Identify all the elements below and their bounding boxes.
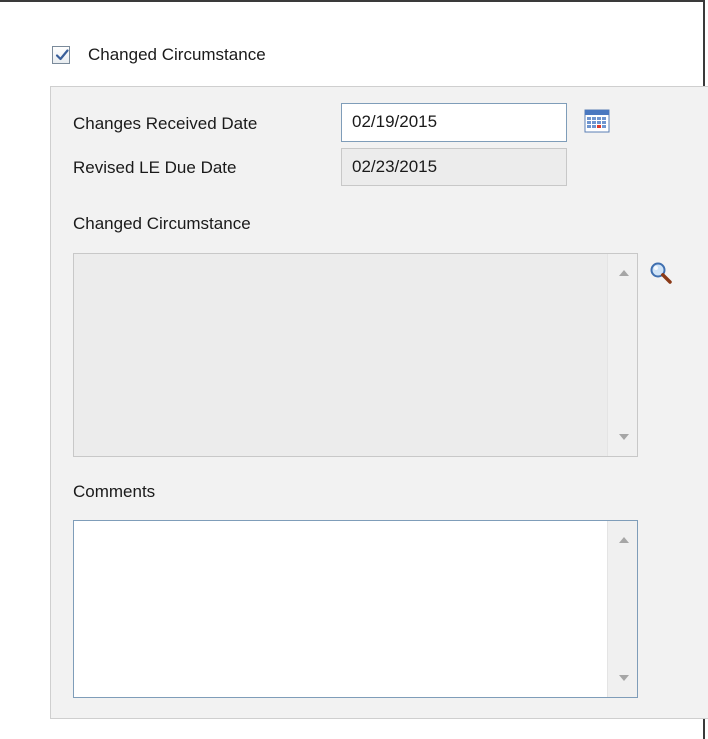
scroll-up-icon[interactable] — [619, 270, 629, 276]
changes-received-date-input[interactable]: 02/19/2015 — [341, 103, 567, 142]
comments-label: Comments — [73, 482, 156, 501]
magnifier-icon[interactable] — [649, 261, 673, 285]
changes-received-date-label: Changes Received Date — [73, 114, 258, 133]
calendar-icon[interactable] — [584, 109, 610, 133]
changed-circumstance-panel: Changes Received Date 02/19/2015 Revised… — [50, 86, 708, 719]
changed-circumstance-scrollbar[interactable] — [607, 254, 637, 456]
comments-textarea[interactable] — [73, 520, 638, 698]
changed-circumstance-textarea — [73, 253, 638, 457]
revised-le-due-date-label: Revised LE Due Date — [73, 158, 237, 177]
changed-circumstance-checkbox-label: Changed Circumstance — [88, 45, 266, 64]
changed-circumstance-label: Changed Circumstance — [73, 214, 251, 233]
scroll-down-icon[interactable] — [619, 675, 629, 681]
comments-scrollbar[interactable] — [607, 521, 637, 697]
scroll-up-icon[interactable] — [619, 537, 629, 543]
content-frame: Changed Circumstance Changes Received Da… — [0, 0, 708, 739]
changed-circumstance-checkbox[interactable] — [52, 46, 70, 64]
changed-circumstance-header: Changed Circumstance — [52, 42, 266, 68]
revised-le-due-date-field: 02/23/2015 — [341, 148, 567, 186]
scroll-down-icon[interactable] — [619, 434, 629, 440]
checkmark-icon — [55, 49, 69, 61]
